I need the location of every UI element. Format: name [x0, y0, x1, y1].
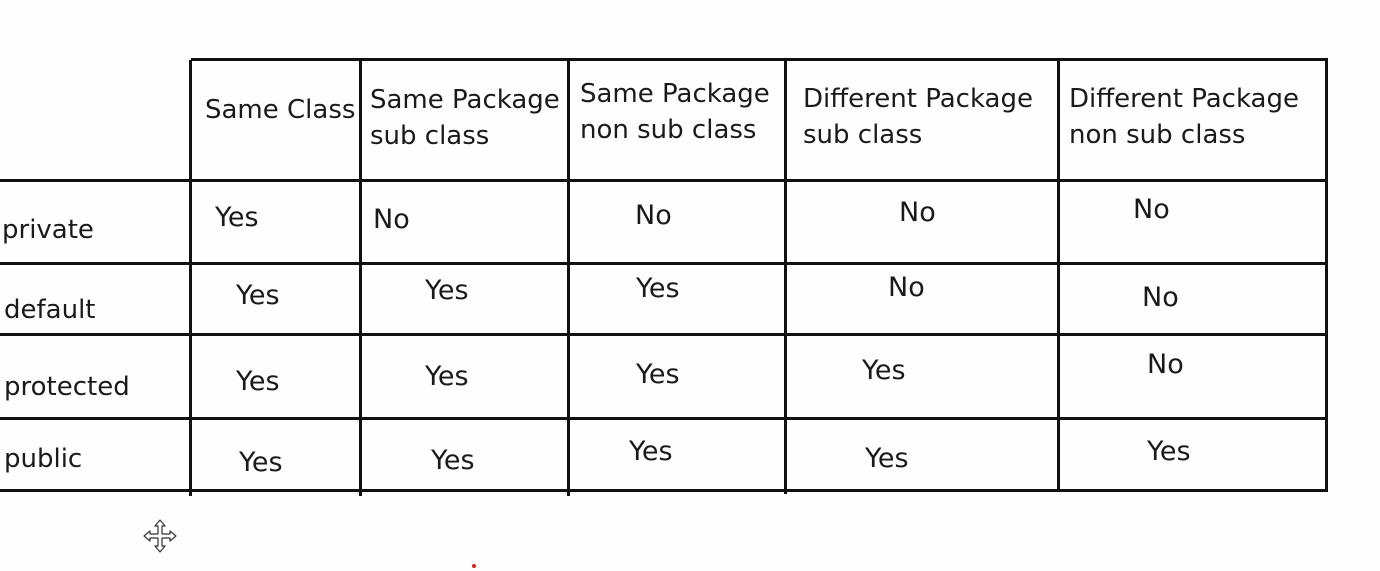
table-cell: Yes	[215, 202, 259, 233]
column-header-same-package-sub-class: Same Package sub class	[370, 85, 560, 151]
row-label-private: private	[2, 215, 94, 245]
column-header-same-class: Same Class	[205, 95, 356, 125]
table-cell: No	[888, 272, 925, 303]
table-row-divider	[0, 333, 1328, 336]
column-header-different-package-non-sub-class: Different Package non sub class	[1069, 84, 1299, 150]
table-col-divider	[784, 58, 787, 494]
table-cell: Yes	[425, 275, 469, 306]
column-header-different-package-sub-class: Different Package sub class	[803, 84, 1033, 150]
table-cell: Yes	[862, 355, 906, 386]
slide-canvas: Same Class Same Package sub class Same P…	[0, 0, 1380, 571]
table-cell: No	[1142, 282, 1179, 313]
pointer-dot	[472, 564, 476, 568]
table-cell: No	[1147, 349, 1184, 380]
row-label-protected: protected	[4, 372, 130, 402]
table-row-divider	[0, 417, 1328, 420]
column-header-same-package-non-sub-class: Same Package non sub class	[580, 79, 770, 145]
table-cell: Yes	[629, 436, 673, 467]
table-cell: Yes	[425, 361, 469, 392]
table-border-right	[1325, 58, 1328, 492]
table-cell: Yes	[865, 443, 909, 474]
table-border-bottom	[0, 489, 1328, 492]
move-cursor-icon	[142, 518, 178, 554]
table-cell: Yes	[239, 447, 283, 478]
table-cell: Yes	[431, 445, 475, 476]
table-col-divider	[1057, 58, 1060, 492]
table-cell: Yes	[636, 273, 680, 304]
table-row-divider	[0, 262, 1328, 265]
table-col-divider	[567, 58, 570, 496]
table-col-divider	[359, 60, 362, 496]
table-cell: No	[899, 197, 936, 228]
table-col-divider	[189, 60, 192, 496]
table-cell: Yes	[636, 359, 680, 390]
table-cell: No	[373, 204, 410, 235]
table-cell: No	[635, 200, 672, 231]
table-cell: No	[1133, 194, 1170, 225]
table-cell: Yes	[236, 280, 280, 311]
table-header-divider	[0, 179, 1328, 182]
row-label-public: public	[4, 444, 83, 474]
table-cell: Yes	[1147, 436, 1191, 467]
table-cell: Yes	[236, 366, 280, 397]
row-label-default: default	[4, 295, 96, 325]
